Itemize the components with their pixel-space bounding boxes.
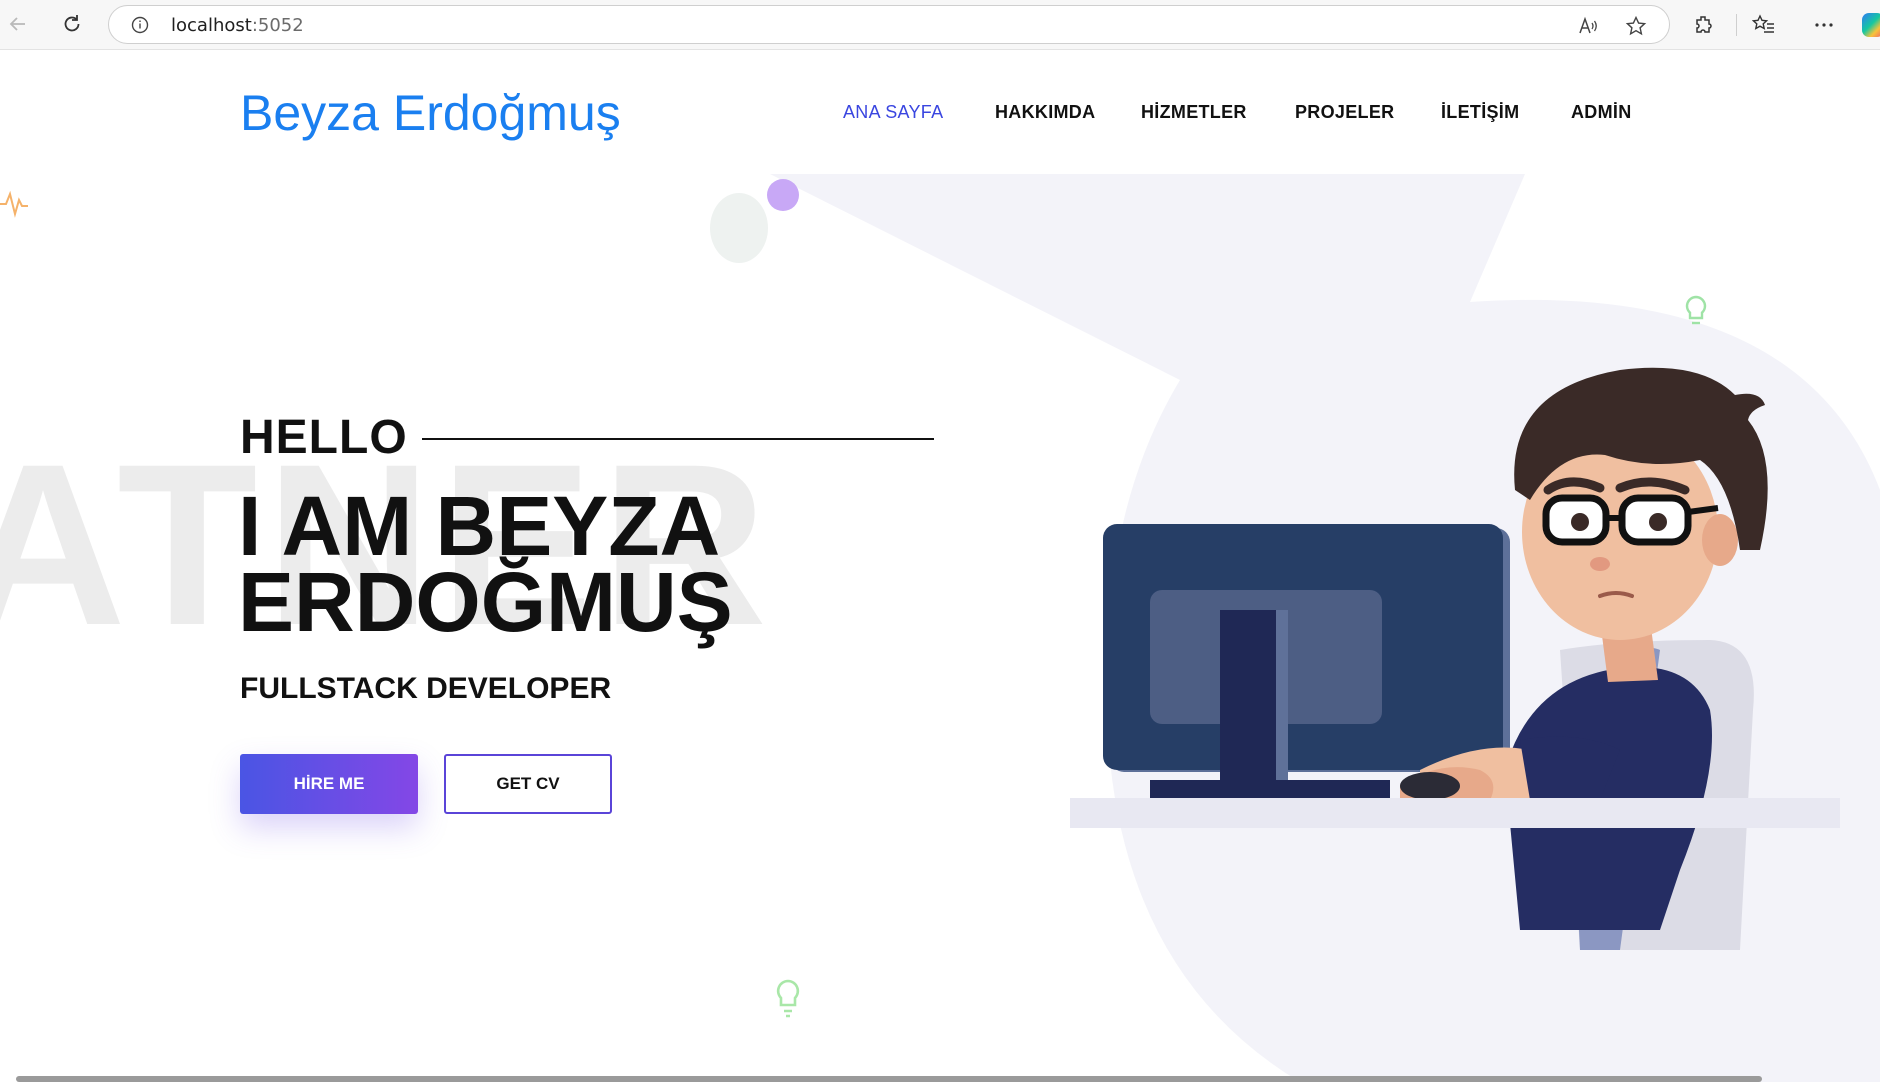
hero-subtitle: FULLSTACK DEVELOPER bbox=[240, 672, 612, 705]
developer-illustration bbox=[1070, 367, 1840, 950]
headline-line-2: ERDOĞMUŞ bbox=[238, 555, 733, 649]
info-icon[interactable] bbox=[131, 16, 149, 34]
copilot-icon[interactable] bbox=[1862, 13, 1880, 37]
nav-link-home[interactable]: ANA SAYFA bbox=[843, 102, 943, 123]
refresh-icon[interactable] bbox=[58, 10, 86, 38]
favorite-star-icon[interactable] bbox=[1625, 15, 1647, 37]
page-content: ATNER Beyza Erdoğmuş ANA SAYFA HAKKIMDA … bbox=[0, 50, 1880, 1082]
greeting-divider bbox=[422, 438, 934, 440]
nav-link-services[interactable]: HİZMETLER bbox=[1141, 102, 1247, 123]
site-brand[interactable]: Beyza Erdoğmuş bbox=[240, 84, 621, 142]
back-arrow-icon[interactable] bbox=[4, 10, 32, 38]
url-text[interactable]: localhost:5052 bbox=[171, 15, 304, 36]
nav-link-admin[interactable]: ADMİN bbox=[1571, 102, 1632, 123]
toolbar-separator bbox=[1736, 14, 1737, 36]
hire-me-button[interactable]: HİRE ME bbox=[240, 754, 418, 814]
favorites-list-icon[interactable] bbox=[1751, 13, 1776, 37]
nav-link-contact[interactable]: İLETİŞİM bbox=[1441, 102, 1519, 123]
get-cv-button[interactable]: GET CV bbox=[444, 754, 612, 814]
extensions-icon[interactable] bbox=[1692, 13, 1716, 37]
browser-toolbar: localhost:5052 bbox=[0, 0, 1880, 50]
nav-link-about[interactable]: HAKKIMDA bbox=[995, 102, 1095, 123]
lightbulb-icon bbox=[776, 979, 800, 1018]
address-bar[interactable]: localhost:5052 bbox=[108, 5, 1670, 44]
read-aloud-icon[interactable] bbox=[1577, 15, 1599, 37]
more-icon[interactable] bbox=[1812, 13, 1836, 37]
nav-link-projects[interactable]: PROJELER bbox=[1295, 102, 1394, 123]
lightbulb-icon bbox=[1685, 295, 1707, 325]
heartbeat-icon bbox=[0, 190, 28, 218]
horizontal-scrollbar[interactable] bbox=[16, 1076, 1762, 1082]
hero-headline: I AM BEYZA ERDOĞMUŞ bbox=[238, 479, 733, 649]
headline-line-1: I AM BEYZA bbox=[238, 479, 721, 573]
hero-greeting: HELLO bbox=[240, 411, 408, 464]
